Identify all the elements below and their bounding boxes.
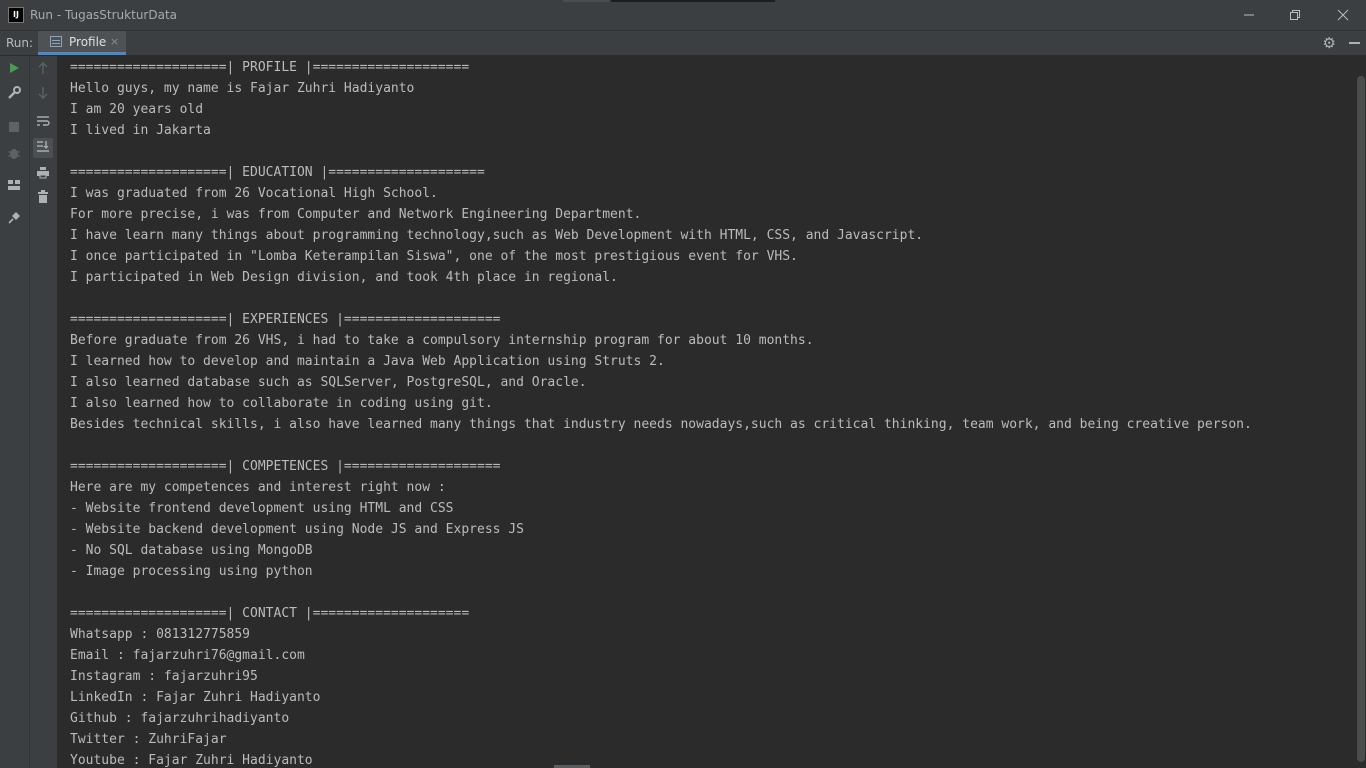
play-icon — [10, 63, 19, 73]
console-line: Instagram : fajarzuhri95 — [70, 669, 258, 684]
console-icon — [50, 36, 62, 47]
console-line: ====================| CONTACT |=========… — [70, 606, 470, 621]
pin-shape-icon — [8, 212, 20, 224]
caption-divider — [611, 0, 775, 2]
scroll-to-end-icon[interactable] — [33, 138, 53, 158]
run-toolbar-left — [0, 56, 30, 768]
console-line: ====================| EDUCATION |=======… — [70, 165, 485, 180]
console-line: Before graduate from 26 VHS, i had to ta… — [70, 333, 814, 348]
window-titlebar: IJ Run - TugasStrukturData — [0, 0, 1366, 31]
console-line: - Website frontend development using HTM… — [70, 501, 454, 516]
console-line: Youtube : Fajar Zuhri Hadiyanto — [70, 753, 313, 768]
intellij-logo-icon: IJ — [8, 7, 24, 23]
restore-icon — [1290, 10, 1300, 20]
arrow-down-shape-icon — [38, 87, 48, 99]
stop-icon[interactable] — [4, 119, 24, 139]
pin-icon[interactable] — [4, 211, 24, 231]
console-line: I participated in Web Design division, a… — [70, 270, 618, 285]
soft-wrap-icon[interactable] — [33, 113, 53, 133]
restore-button[interactable] — [1272, 0, 1318, 30]
wrench-shape-icon — [8, 86, 21, 99]
close-icon — [1337, 9, 1349, 21]
console-line: - Image processing using python — [70, 564, 313, 579]
console-line: For more precise, i was from Computer an… — [70, 207, 642, 222]
run-toolwindow-header: Run: Profile × ⚙ — [0, 31, 1366, 56]
console-line: I learned how to develop and maintain a … — [70, 354, 665, 369]
debug-icon[interactable] — [4, 146, 24, 166]
arrow-up-shape-icon — [38, 62, 48, 74]
wrench-icon[interactable] — [4, 86, 24, 106]
minimize-button[interactable] — [1226, 0, 1272, 30]
console-line: ====================| EXPERIENCES |=====… — [70, 312, 501, 327]
console-line: I also learned how to collaborate in cod… — [70, 396, 493, 411]
rerun-icon[interactable] — [4, 60, 24, 80]
printer-icon — [37, 167, 49, 179]
up-arrow-icon[interactable] — [33, 61, 53, 81]
console-line: - No SQL database using MongoDB — [70, 543, 313, 558]
console-line: I also learned database such as SQLServe… — [70, 375, 587, 390]
console-line: I once participated in "Lomba Keterampil… — [70, 249, 798, 264]
trash-can-icon — [38, 190, 48, 203]
caption-divider — [563, 0, 609, 2]
console-line: I have learn many things about programmi… — [70, 228, 924, 243]
console-line: Github : fajarzuhrihadiyanto — [70, 711, 290, 726]
run-label: Run: — [6, 36, 34, 50]
print-icon[interactable] — [33, 165, 53, 185]
console-line: LinkedIn : Fajar Zuhri Hadiyanto — [70, 690, 321, 705]
trash-icon[interactable] — [33, 190, 53, 210]
console-line: Twitter : ZuhriFajar — [70, 732, 227, 747]
tab-label: Profile — [69, 35, 107, 49]
tab-close-button[interactable]: × — [110, 31, 119, 53]
wrap-lines-icon — [37, 116, 50, 126]
console-line: I lived in Jakarta — [70, 123, 211, 138]
console-line: I am 20 years old — [70, 102, 204, 117]
bug-icon — [8, 149, 20, 159]
console-line: Hello guys, my name is Fajar Zuhri Hadiy… — [70, 81, 415, 96]
console-line: Email : fajarzuhri76@gmail.com — [70, 648, 305, 663]
layout-icon[interactable] — [4, 177, 24, 197]
console-line: - Website backend development using Node… — [70, 522, 524, 537]
tab-profile[interactable]: Profile × — [38, 31, 126, 55]
console-line: ====================| PROFILE |=========… — [70, 60, 470, 75]
console-line: Here are my competences and interest rig… — [70, 480, 446, 495]
console-line: I was graduated from 26 Vocational High … — [70, 186, 438, 201]
vertical-scrollbar[interactable] — [1356, 56, 1366, 768]
console-line: Besides technical skills, i also have le… — [70, 417, 1252, 432]
run-toolbar-right — [30, 56, 58, 768]
stop-square-icon — [9, 122, 19, 132]
hide-panel-icon[interactable] — [1349, 42, 1360, 44]
console-output[interactable]: ====================| PROFILE |=========… — [58, 56, 1356, 768]
console-line: ====================| COMPETENCES |=====… — [70, 459, 501, 474]
close-window-button[interactable] — [1320, 0, 1366, 30]
scrollbar-thumb[interactable] — [1357, 76, 1365, 762]
down-arrow-icon[interactable] — [33, 86, 53, 106]
scroll-end-shape-icon — [37, 141, 49, 152]
minimize-icon — [1244, 14, 1254, 16]
layout-grid-icon — [8, 180, 20, 190]
gear-icon[interactable]: ⚙ — [1323, 33, 1336, 53]
window-title: Run - TugasStrukturData — [30, 8, 178, 22]
console-line: Whatsapp : 081312775859 — [70, 627, 251, 642]
console-lines: ====================| PROFILE |=========… — [70, 57, 1252, 768]
